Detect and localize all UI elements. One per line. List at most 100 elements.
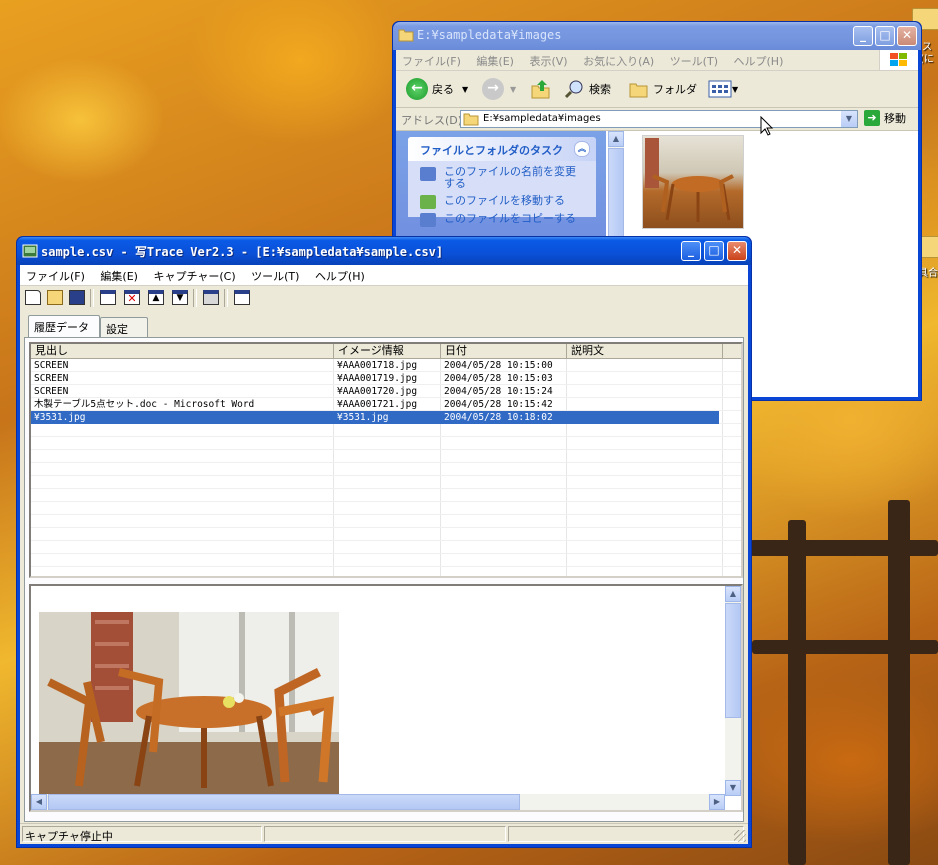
scroll-left-button[interactable]: ◀ <box>31 794 47 810</box>
forward-arrow-icon: → <box>482 78 504 100</box>
folder-icon <box>398 29 414 42</box>
capture-icon[interactable] <box>203 290 219 305</box>
preview-vertical-scrollbar[interactable]: ▲ ▼ <box>725 586 741 796</box>
table-cell-title: SCREEN <box>34 386 69 397</box>
search-button[interactable]: 検索 <box>564 77 611 101</box>
column-header-description[interactable]: 説明文 <box>567 344 723 359</box>
views-button[interactable]: ▼ <box>708 77 738 101</box>
explorer-menu-bar: ファイル(F) 編集(E) 表示(V) お気に入り(A) ツール(T) ヘルプ(… <box>396 50 918 71</box>
chevron-down-icon: ▼ <box>510 84 517 94</box>
menu-file[interactable]: ファイル(F) <box>396 50 467 70</box>
menu-tools[interactable]: ツール(T) <box>245 265 305 285</box>
fence-rail <box>750 540 938 556</box>
column-header-title[interactable]: 見出し <box>31 344 334 359</box>
table-cell-title: SCREEN <box>34 373 69 384</box>
patio-furniture-image <box>645 138 734 222</box>
table-cell-image: ¥AAA001721.jpg <box>337 399 418 410</box>
up-folder-button[interactable] <box>530 77 552 101</box>
move-down-icon[interactable]: ▼ <box>172 290 188 305</box>
move-up-icon[interactable]: ▲ <box>148 290 164 305</box>
scroll-up-button[interactable]: ▲ <box>608 131 624 147</box>
delete-record-icon[interactable]: ✕ <box>124 290 140 305</box>
explorer-title-bar[interactable]: E:¥sampledata¥images _ □ ✕ <box>393 22 921 50</box>
maximize-button[interactable]: □ <box>704 241 724 261</box>
image-thumbnail[interactable] <box>642 135 744 229</box>
table-cell-date: 2004/05/28 10:15:24 <box>444 386 553 397</box>
table-cell-date: 2004/05/28 10:15:00 <box>444 360 553 371</box>
task-rename-link[interactable]: このファイルの名前を変更する <box>444 166 584 190</box>
window-icon[interactable] <box>234 290 250 305</box>
table-row[interactable]: SCREEN ¥AAA001720.jpg 2004/05/28 10:15:24 <box>31 385 719 398</box>
close-button[interactable]: ✕ <box>727 241 747 261</box>
save-icon[interactable] <box>69 290 85 305</box>
phototrace-client: ファイル(F) 編集(E) キャプチャー(C) ツール(T) ヘルプ(H) ✕ … <box>20 265 748 844</box>
scroll-right-button[interactable]: ▶ <box>709 794 725 810</box>
minimize-button[interactable]: _ <box>853 26 873 46</box>
task-move-link[interactable]: このファイルを移動する <box>444 195 584 207</box>
phototrace-window: sample.csv - 写Trace Ver2.3 - [E:¥sampled… <box>16 236 752 848</box>
scroll-down-button[interactable]: ▼ <box>725 780 741 796</box>
add-record-icon[interactable] <box>100 290 116 305</box>
resize-grip-icon[interactable] <box>734 830 746 842</box>
folders-button[interactable]: フォルダ <box>628 77 697 101</box>
open-folder-icon[interactable] <box>47 290 63 305</box>
go-button[interactable]: ➜ 移動 <box>864 110 906 126</box>
table-row[interactable]: 木製テーブル5点セット.doc - Microsoft Word ¥AAA0017… <box>31 398 719 411</box>
back-arrow-icon: ← <box>406 78 428 100</box>
history-tab-panel: 見出し イメージ情報 日付 説明文 SCREEN ¥AAA001718.jpg 20… <box>24 337 744 822</box>
table-row[interactable]: SCREEN ¥AAA001718.jpg 2004/05/28 10:15:00 <box>31 359 719 372</box>
task-copy-link[interactable]: このファイルをコピーする <box>444 213 584 225</box>
app-icon <box>22 244 38 258</box>
tasks-header[interactable]: ファイルとフォルダのタスク ︽ <box>408 137 596 161</box>
toolbar-separator <box>90 289 94 307</box>
grid-line <box>31 462 741 463</box>
tab-history[interactable]: 履歴データ <box>28 315 100 337</box>
table-cell-desc <box>567 385 722 398</box>
scroll-up-button[interactable]: ▲ <box>725 586 741 602</box>
preview-horizontal-scrollbar[interactable]: ◀ ▶ <box>31 794 725 810</box>
status-panel <box>508 826 744 842</box>
menu-capture[interactable]: キャプチャー(C) <box>147 265 241 285</box>
menu-favorites[interactable]: お気に入り(A) <box>577 50 660 70</box>
mouse-cursor-icon <box>760 116 774 136</box>
menu-view[interactable]: 表示(V) <box>523 50 573 70</box>
search-icon <box>564 80 583 99</box>
back-button[interactable]: ← 戻る ▼ <box>406 77 468 101</box>
menu-help[interactable]: ヘルプ(H) <box>728 50 790 70</box>
search-label: 検索 <box>589 83 611 96</box>
address-dropdown-button[interactable]: ▼ <box>841 111 857 127</box>
folder-icon <box>463 113 479 126</box>
scroll-thumb[interactable] <box>725 603 741 718</box>
grid-line <box>31 514 741 515</box>
desktop-icon-label: (に <box>920 54 934 65</box>
menu-edit[interactable]: 編集(E) <box>94 265 144 285</box>
table-row[interactable]: SCREEN ¥AAA001719.jpg 2004/05/28 10:15:03 <box>31 372 719 385</box>
menu-tools[interactable]: ツール(T) <box>664 50 724 70</box>
phototrace-title-bar[interactable]: sample.csv - 写Trace Ver2.3 - [E:¥sampled… <box>17 237 751 265</box>
copy-icon <box>420 213 436 227</box>
minimize-button[interactable]: _ <box>681 241 701 261</box>
maximize-button[interactable]: □ <box>875 26 895 46</box>
chevron-down-icon: ▼ <box>462 84 469 94</box>
menu-help[interactable]: ヘルプ(H) <box>309 265 371 285</box>
scroll-thumb[interactable] <box>48 794 520 810</box>
table-cell-desc <box>567 411 722 424</box>
grid-line <box>31 449 741 450</box>
table-row[interactable]: ¥3531.jpg ¥3531.jpg 2004/05/28 10:18:02 <box>31 411 719 424</box>
tab-settings[interactable]: 設定 <box>100 317 148 337</box>
address-input[interactable]: E:¥sampledata¥images ▼ <box>460 110 858 128</box>
table-cell-title: SCREEN <box>34 360 69 371</box>
history-list[interactable]: 見出し イメージ情報 日付 説明文 SCREEN ¥AAA001718.jpg 20… <box>29 342 743 578</box>
fence-post <box>788 520 806 865</box>
collapse-chevron-icon[interactable]: ︽ <box>574 141 590 157</box>
new-file-icon[interactable] <box>25 290 41 305</box>
forward-button[interactable]: → ▼ <box>482 77 516 101</box>
menu-file[interactable]: ファイル(F) <box>20 265 91 285</box>
views-grid-icon <box>708 80 732 98</box>
column-header-date[interactable]: 日付 <box>441 344 567 359</box>
phototrace-menu-bar: ファイル(F) 編集(E) キャプチャー(C) ツール(T) ヘルプ(H) <box>20 265 748 286</box>
close-button[interactable]: ✕ <box>897 26 917 46</box>
rename-icon <box>420 167 436 181</box>
column-header-image[interactable]: イメージ情報 <box>334 344 441 359</box>
menu-edit[interactable]: 編集(E) <box>470 50 520 70</box>
